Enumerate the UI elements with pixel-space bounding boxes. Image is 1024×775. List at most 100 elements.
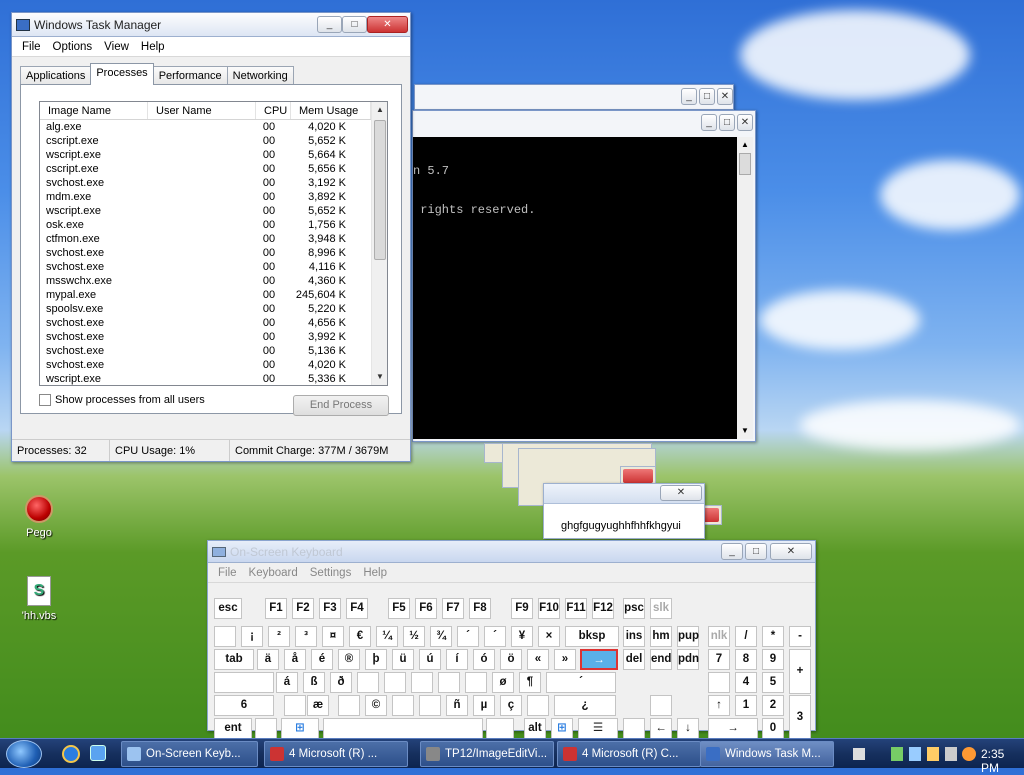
key[interactable]: å: [284, 649, 306, 670]
close-button[interactable]: ✕: [660, 485, 702, 501]
key[interactable]: [338, 695, 360, 716]
key[interactable]: ®: [338, 649, 360, 670]
key[interactable]: 2: [762, 695, 784, 716]
key[interactable]: á: [276, 672, 298, 693]
key[interactable]: é: [311, 649, 333, 670]
tray-icon[interactable]: [909, 747, 921, 761]
table-row[interactable]: wscript.exe 00 5,336 K: [40, 372, 387, 385]
key[interactable]: ½: [403, 626, 425, 647]
key[interactable]: [419, 695, 441, 716]
table-row[interactable]: spoolsv.exe 00 5,220 K: [40, 302, 387, 316]
task-manager-window[interactable]: Windows Task Manager _ □ ✕ File Options …: [11, 12, 411, 462]
key[interactable]: 7: [708, 649, 730, 670]
key[interactable]: ´: [484, 626, 506, 647]
menu-keyboard[interactable]: Keyboard: [243, 567, 304, 579]
scroll-thumb[interactable]: [739, 153, 751, 175]
key[interactable]: [323, 718, 483, 739]
key[interactable]: [255, 718, 277, 739]
table-row[interactable]: wscript.exe 00 5,652 K: [40, 204, 387, 218]
desktop-icon-hh-vbs[interactable]: S 'hh.vbs: [9, 576, 69, 622]
minimize-button[interactable]: _: [721, 543, 743, 560]
key[interactable]: ú: [419, 649, 441, 670]
clock[interactable]: 2:35 PM: [981, 747, 1024, 775]
key[interactable]: [650, 695, 672, 716]
key[interactable]: ¥: [511, 626, 533, 647]
key[interactable]: ø: [492, 672, 514, 693]
key[interactable]: 3: [789, 695, 811, 740]
scroll-up-arrow[interactable]: ▲: [737, 137, 753, 153]
key[interactable]: F2: [292, 598, 314, 619]
maximize-button[interactable]: □: [745, 543, 767, 560]
key[interactable]: ¿: [554, 695, 616, 716]
key[interactable]: -: [789, 626, 811, 647]
console-window[interactable]: _ □ ✕ n 5.7 rights reserved. ▲ ▼: [412, 110, 756, 442]
key[interactable]: »: [554, 649, 576, 670]
column-header-user-name[interactable]: User Name: [148, 102, 256, 119]
table-row[interactable]: svchost.exe 00 8,996 K: [40, 246, 387, 260]
key[interactable]: /: [735, 626, 757, 647]
desktop-icon-pego[interactable]: Pego: [9, 495, 69, 539]
table-row[interactable]: svchost.exe 00 4,020 K: [40, 358, 387, 372]
key[interactable]: ñ: [446, 695, 468, 716]
key[interactable]: µ: [473, 695, 495, 716]
key[interactable]: 9: [762, 649, 784, 670]
key[interactable]: ¼: [376, 626, 398, 647]
table-row[interactable]: mypal.exe 00 245,604 K: [40, 288, 387, 302]
menu-file[interactable]: File: [16, 41, 47, 53]
maximize-button[interactable]: □: [719, 114, 735, 131]
close-button[interactable]: ✕: [717, 88, 733, 105]
table-row[interactable]: alg.exe 00 4,020 K: [40, 120, 387, 134]
key[interactable]: [357, 672, 379, 693]
menu-settings[interactable]: Settings: [304, 567, 358, 579]
key[interactable]: 4: [735, 672, 757, 693]
close-button[interactable]: [623, 469, 653, 483]
key[interactable]: [411, 672, 433, 693]
menu-help[interactable]: Help: [357, 567, 393, 579]
key[interactable]: þ: [365, 649, 387, 670]
checkbox-box[interactable]: [39, 394, 51, 406]
taskbar-button[interactable]: TP12/ImageEditVi...: [420, 741, 554, 767]
tab-processes[interactable]: Processes: [90, 63, 154, 85]
start-button[interactable]: [6, 740, 42, 768]
tray-icon[interactable]: [962, 747, 976, 761]
tray-icon[interactable]: [945, 747, 957, 761]
on-screen-keyboard-window[interactable]: On-Screen Keyboard _ □ ✕ File Keyboard S…: [207, 540, 816, 740]
key[interactable]: [527, 695, 549, 716]
key[interactable]: ³: [295, 626, 317, 647]
key[interactable]: [392, 695, 414, 716]
tab-performance[interactable]: Performance: [152, 66, 228, 85]
key[interactable]: F8: [469, 598, 491, 619]
maximize-button[interactable]: □: [699, 88, 715, 105]
key[interactable]: æ: [307, 695, 329, 716]
key[interactable]: [214, 626, 236, 647]
close-button[interactable]: ✕: [367, 16, 408, 33]
table-row[interactable]: svchost.exe 00 4,656 K: [40, 316, 387, 330]
key[interactable]: ×: [538, 626, 560, 647]
key[interactable]: [438, 672, 460, 693]
table-row[interactable]: svchost.exe 00 3,192 K: [40, 176, 387, 190]
table-row[interactable]: wscript.exe 00 5,664 K: [40, 148, 387, 162]
tray-icon[interactable]: [853, 748, 865, 760]
close-button[interactable]: ✕: [737, 114, 753, 131]
key[interactable]: F3: [319, 598, 341, 619]
tab-networking[interactable]: Networking: [226, 66, 294, 85]
internet-explorer-icon[interactable]: [62, 745, 80, 763]
key[interactable]: end: [650, 649, 672, 670]
key[interactable]: ←: [650, 718, 672, 739]
key[interactable]: [465, 672, 487, 693]
key[interactable]: F6: [415, 598, 437, 619]
key[interactable]: ó: [473, 649, 495, 670]
key[interactable]: 6: [214, 695, 274, 716]
key[interactable]: 8: [735, 649, 757, 670]
key[interactable]: ¾: [430, 626, 452, 647]
key[interactable]: →: [580, 649, 618, 670]
titlebar[interactable]: Windows Task Manager _ □ ✕: [12, 13, 410, 37]
menu-file[interactable]: File: [212, 567, 243, 579]
windows-key[interactable]: ⊞: [281, 718, 319, 739]
table-row[interactable]: cscript.exe 00 5,656 K: [40, 162, 387, 176]
close-button[interactable]: [703, 508, 719, 522]
table-row[interactable]: cscript.exe 00 5,652 K: [40, 134, 387, 148]
key[interactable]: tab: [214, 649, 254, 670]
key[interactable]: ins: [623, 626, 645, 647]
tray-icon[interactable]: [927, 747, 939, 761]
